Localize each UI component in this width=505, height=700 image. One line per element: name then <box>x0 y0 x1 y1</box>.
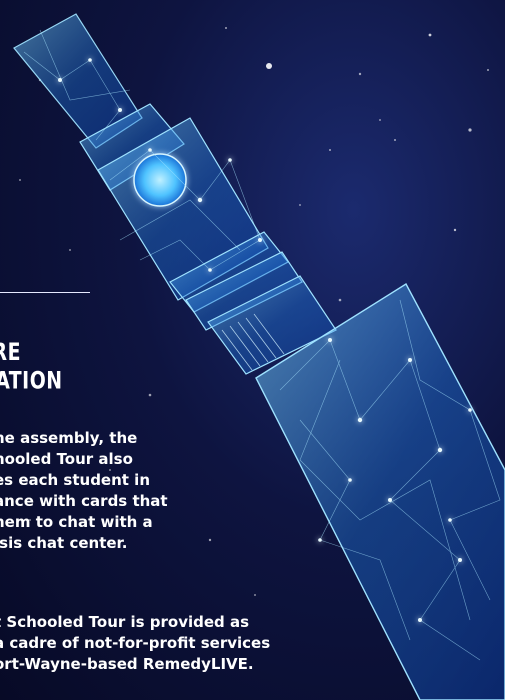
heading-line: ORE <box>0 338 22 366</box>
paragraph-line: isis chat center. <box>0 534 128 552</box>
divider-rule <box>0 292 90 293</box>
paragraph-line: he assembly, the <box>0 429 138 447</box>
paragraph-line: hem to chat with a <box>0 513 153 531</box>
section-heading: ORE MATION <box>0 338 63 396</box>
paragraph-line: ort-Wayne-based RemedyLIVE. <box>0 655 254 673</box>
paragraph-line: t Schooled Tour is provided as <box>0 613 250 631</box>
heading-line: MATION <box>0 366 63 395</box>
paragraph-line: ance with cards that <box>0 492 168 510</box>
body-paragraph-provider: t Schooled Tour is provided as a cadre o… <box>0 612 270 675</box>
paragraph-line: hooled Tour also <box>0 450 133 468</box>
body-paragraph-assembly: he assembly, the hooled Tour also es eac… <box>0 428 168 554</box>
paragraph-line: a cadre of not-for-profit services <box>0 634 271 652</box>
low-poly-vape-pen-icon <box>13 13 505 700</box>
paragraph-line: es each student in <box>0 471 150 489</box>
